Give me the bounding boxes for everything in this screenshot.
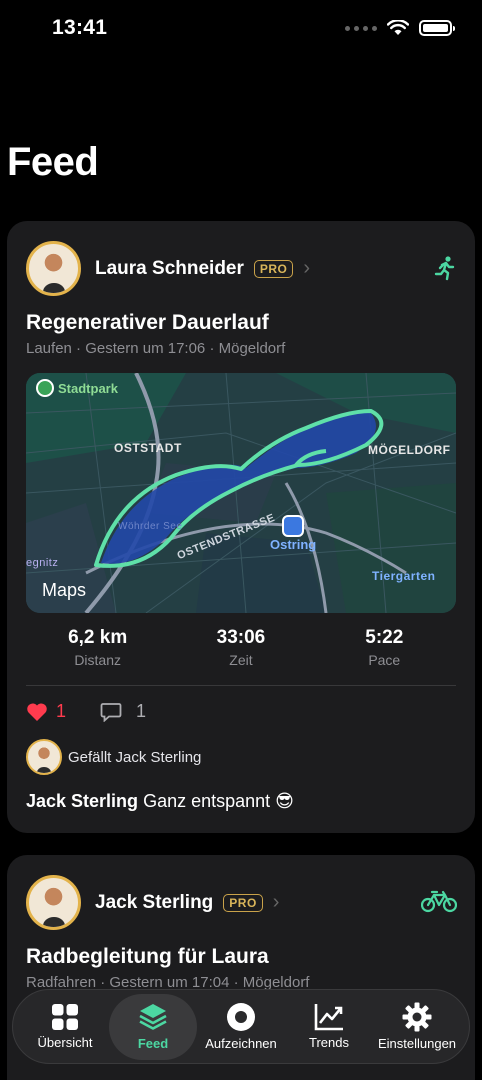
user-name[interactable]: Laura Schneider <box>95 258 244 280</box>
chart-icon <box>314 1004 343 1031</box>
tab-bar: Übersicht Feed Aufzeichnen Trends Einste… <box>12 989 470 1064</box>
grid-icon <box>52 1004 78 1030</box>
battery-icon <box>419 20 455 36</box>
heart-icon[interactable] <box>26 702 48 722</box>
park-pin-icon <box>36 379 54 397</box>
chevron-right-icon[interactable]: › <box>303 257 310 280</box>
stat-label: Zeit <box>229 652 253 668</box>
station-name: Ostring <box>270 537 317 552</box>
map-label-tiergarten: Tiergarten <box>372 569 436 583</box>
comment-button[interactable]: 1 <box>100 701 146 722</box>
train-icon <box>282 515 305 537</box>
tab-label: Trends <box>309 1035 349 1050</box>
bicycle-icon <box>421 890 457 913</box>
liked-by-text: Gefällt Jack Sterling <box>68 748 202 766</box>
stat-value: 5:22 <box>365 627 404 648</box>
activity-title: Regenerativer Dauerlauf <box>26 311 269 334</box>
tab-overview[interactable]: Übersicht <box>21 994 109 1060</box>
feed-post[interactable]: Laura Schneider PRO › Regenerativer Daue… <box>7 221 475 833</box>
comment-icon[interactable] <box>100 702 122 722</box>
pro-badge: PRO <box>253 259 294 278</box>
stat-value: 6,2 km <box>68 627 128 648</box>
avatar[interactable] <box>26 241 81 296</box>
tab-label: Aufzeichnen <box>205 1036 277 1051</box>
tab-record[interactable]: Aufzeichnen <box>197 994 285 1060</box>
stat-value: 33:06 <box>216 627 266 648</box>
post-user-row[interactable]: Laura Schneider PRO › <box>26 241 310 296</box>
tab-label: Feed <box>137 1036 169 1051</box>
avatar[interactable] <box>26 875 81 930</box>
stat-label: Pace <box>368 652 401 668</box>
wifi-icon <box>387 20 409 35</box>
tab-label: Übersicht <box>37 1035 93 1050</box>
apple-maps-logo: Maps <box>42 580 86 601</box>
stat-time: 33:06 Zeit <box>169 627 312 668</box>
like-count: 1 <box>56 701 67 721</box>
map-label-pegnitz: egnitz <box>26 557 59 569</box>
liked-by-row[interactable]: Gefällt Jack Sterling <box>26 739 201 775</box>
layers-icon <box>139 1004 167 1030</box>
tab-settings[interactable]: Einstellungen <box>373 994 461 1060</box>
map-label-oststadt: OSTSTADT <box>114 441 182 455</box>
record-icon <box>227 1003 255 1031</box>
map-label-woehrder-see: Wöhrder See <box>118 521 183 532</box>
stat-pace: 5:22 Pace <box>313 627 456 668</box>
user-name[interactable]: Jack Sterling <box>95 892 213 914</box>
post-user-row[interactable]: Jack Sterling PRO › <box>26 875 279 930</box>
status-time: 13:41 <box>52 16 108 39</box>
reactions-row: 1 1 <box>26 701 146 722</box>
route-map[interactable]: Stadtpark OSTSTADT MÖGELDORF OSTENDSTRAS… <box>26 373 456 613</box>
gear-icon <box>402 1002 432 1032</box>
comment-author[interactable]: Jack Sterling <box>26 791 138 811</box>
map-label-moegeldorf: MÖGELDORF <box>368 443 451 457</box>
comment-count: 1 <box>136 701 147 721</box>
activity-stats: 6,2 km Distanz 33:06 Zeit 5:22 Pace <box>26 627 456 668</box>
status-bar: 13:41 <box>0 0 482 56</box>
running-icon <box>434 256 455 281</box>
maps-logo-text: Maps <box>42 580 87 600</box>
map-park-label: Stadtpark <box>36 379 118 397</box>
stat-label: Distanz <box>74 652 121 668</box>
signal-icon <box>345 25 377 31</box>
tab-label: Einstellungen <box>377 1036 457 1051</box>
page-title: Feed <box>7 140 99 184</box>
comment: Jack Sterling Ganz entspannt 😎 <box>26 791 294 812</box>
tab-feed[interactable]: Feed <box>109 993 197 1060</box>
station-ostring: Ostring <box>270 515 316 552</box>
activity-title: Radbegleitung für Laura <box>26 945 269 968</box>
activity-meta: Laufen · Gestern um 17:06 · Mögeldorf <box>26 340 286 357</box>
avatar[interactable] <box>26 739 62 775</box>
tab-trends[interactable]: Trends <box>285 994 373 1060</box>
pro-badge: PRO <box>223 893 263 912</box>
comment-text: Ganz entspannt 😎 <box>143 791 294 811</box>
status-icons <box>345 20 455 36</box>
chevron-right-icon[interactable]: › <box>273 891 280 914</box>
stat-distance: 6,2 km Distanz <box>26 627 169 668</box>
divider <box>26 685 456 686</box>
park-name: Stadtpark <box>58 380 118 396</box>
